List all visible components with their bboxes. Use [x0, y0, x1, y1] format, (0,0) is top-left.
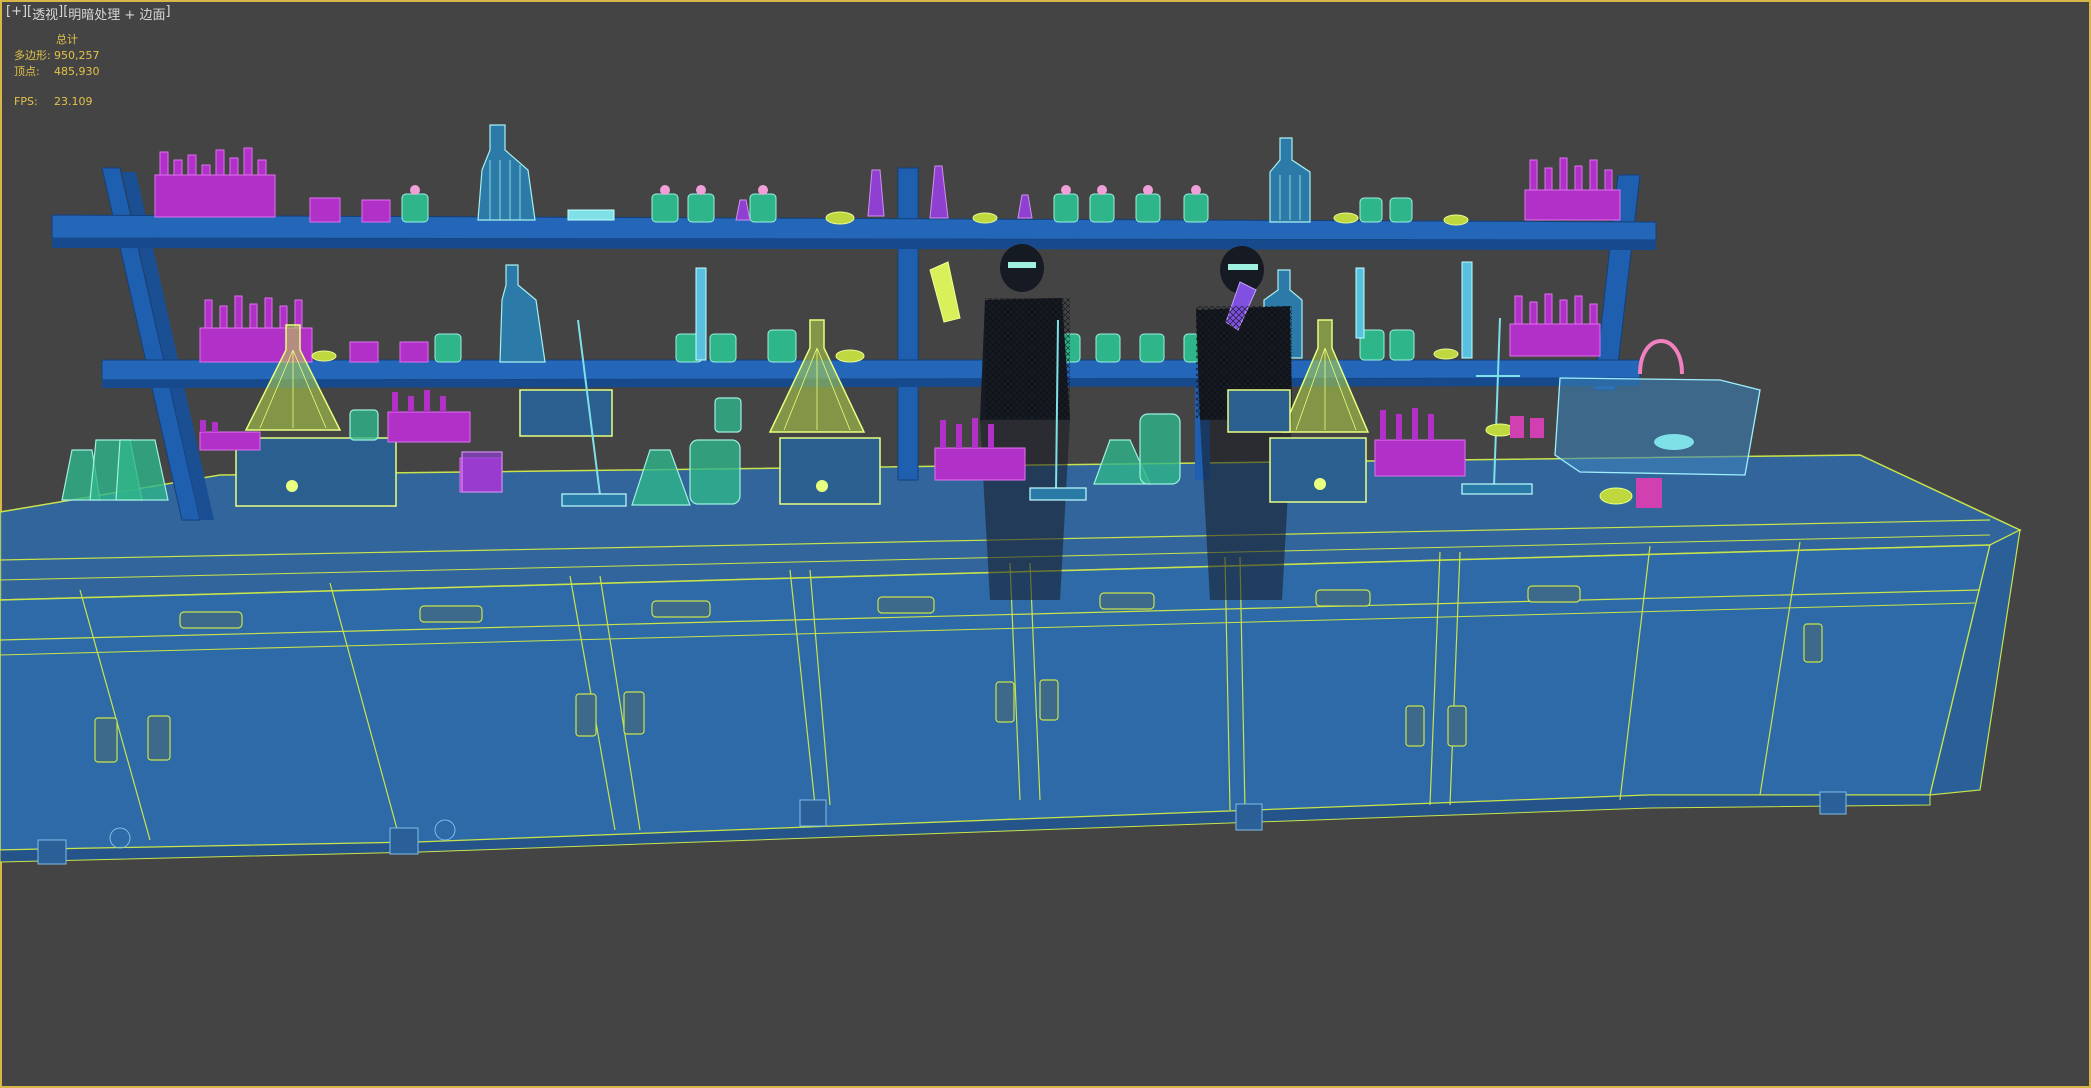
verts-value: 485,930: [54, 65, 100, 78]
polys-value: 950,257: [54, 49, 100, 62]
viewport-statistics: 总计 多边形: 950,257 顶点: 485,930 FPS: 23.109: [14, 32, 100, 110]
viewport-label-menu[interactable]: [+] [ 透视 ] [ 明暗处理 + 边面 ]: [6, 4, 171, 23]
viewport-view-menu[interactable]: 透视: [32, 4, 58, 23]
verts-row: 顶点: 485,930: [14, 64, 100, 80]
stats-header: 总计: [56, 33, 78, 46]
verts-label: 顶点:: [14, 65, 40, 78]
bracket-close: ]: [165, 4, 171, 19]
viewport-shading-menu[interactable]: 明暗处理 + 边面: [68, 4, 165, 23]
scene-wireframe-render[interactable]: [0, 0, 2091, 1088]
polys-label: 多边形:: [14, 49, 51, 62]
viewport-plus-menu[interactable]: [+]: [6, 4, 27, 23]
top-shelf-items: [154, 124, 1621, 226]
polys-row: 多边形: 950,257: [14, 48, 100, 64]
3d-viewport[interactable]: [+] [ 透视 ] [ 明暗处理 + 边面 ] 总计 多边形: 950,257…: [0, 0, 2091, 1088]
fps-label: FPS:: [14, 95, 38, 108]
fps-value: 23.109: [54, 95, 93, 108]
fps-row: FPS: 23.109: [14, 94, 100, 110]
